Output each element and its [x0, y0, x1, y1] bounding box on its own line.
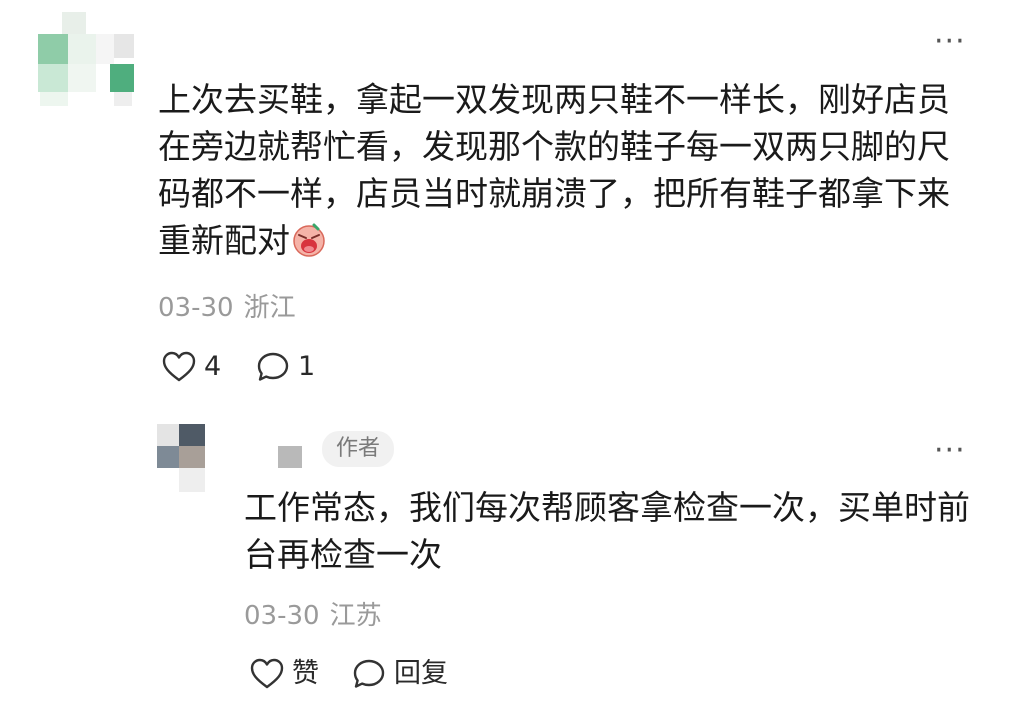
reply-like-button[interactable]: 赞	[250, 657, 319, 691]
comment-bubble-icon	[353, 659, 385, 688]
comment-more-button[interactable]: ···	[934, 27, 966, 57]
commenter-avatar[interactable]	[34, 12, 134, 107]
more-horizontal-icon: ···	[934, 24, 966, 59]
comment-bubble-icon	[257, 352, 289, 381]
reply-author-avatar[interactable]	[157, 424, 207, 492]
like-count: 4	[204, 351, 222, 382]
heart-icon	[162, 351, 196, 382]
heart-icon	[250, 658, 284, 689]
reply-like-label: 赞	[292, 658, 319, 689]
reply-author-name[interactable]	[278, 446, 302, 468]
reply-reply-label: 回复	[394, 658, 448, 689]
comment-like-button[interactable]: 4	[162, 350, 221, 384]
reply-more-button[interactable]: ···	[934, 436, 966, 466]
comment-meta: 03-30 浙江	[158, 293, 296, 323]
crying-face-emoji	[292, 222, 326, 257]
comment-text: 上次去买鞋，拿起一双发现两只鞋不一样长，刚好店员在旁边就帮忙看，发现那个款的鞋子…	[158, 80, 950, 260]
more-horizontal-icon: ···	[934, 433, 966, 468]
comment-reply-button[interactable]: 1	[256, 350, 315, 384]
reply-reply-button[interactable]: 回复	[352, 657, 448, 691]
reply-count: 1	[298, 351, 316, 382]
reply-date: 03-30	[244, 601, 320, 631]
comment-location: 浙江	[243, 293, 296, 323]
author-badge: 作者	[322, 431, 395, 467]
reply-location: 江苏	[329, 601, 382, 631]
reply-text: 工作常态，我们每次帮顾客拿检查一次，买单时前台再检查一次	[244, 488, 970, 574]
comment-date: 03-30	[158, 293, 234, 323]
reply-meta: 03-30 江苏	[244, 601, 382, 631]
